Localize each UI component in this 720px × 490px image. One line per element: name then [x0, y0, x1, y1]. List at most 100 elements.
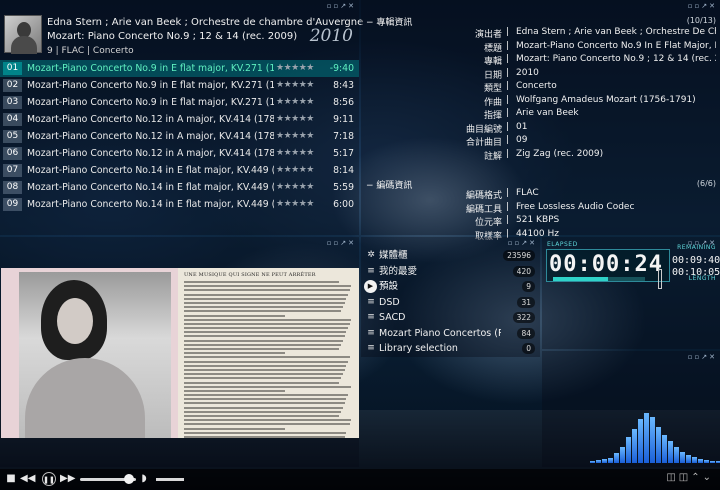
pane-window-controls[interactable]: ▫▫↗✕	[508, 239, 537, 247]
info-value: Zig Zag (rec. 2009)	[516, 148, 604, 159]
booklet-text-line	[184, 427, 286, 430]
info-separator: |	[506, 148, 510, 159]
library-item[interactable]: ▶ 預設 9	[363, 279, 537, 294]
info-key: 合計曲目	[465, 138, 502, 148]
booklet-text-line	[184, 343, 342, 346]
booklet-text-line	[184, 352, 286, 355]
pane-window-controls[interactable]: ▫▫↗✕	[327, 239, 356, 247]
now-playing-meta: 9 | FLAC | Concerto	[47, 46, 134, 56]
remaining-time: 00:09:40	[672, 255, 720, 266]
library-item[interactable]: ≡ 我的最愛 420	[363, 264, 537, 279]
booklet-text-line	[184, 297, 347, 300]
window-controls[interactable]: ◫◫⌃⌄	[666, 472, 714, 483]
length-label: LENGTH	[688, 275, 716, 282]
play-pause-button[interactable]: ❚❚	[42, 472, 56, 486]
pane-window-controls[interactable]: ▫▫↗✕	[688, 353, 717, 361]
info-key: 曲目編號	[465, 124, 502, 135]
playlist-row[interactable]: 05 Mozart-Piano Concerto No.12 in A major…	[0, 128, 359, 145]
info-key: 註解	[483, 151, 502, 162]
spectrum-bar	[650, 416, 655, 463]
track-rating[interactable]: ★★★★★	[276, 111, 314, 128]
info-row: 專輯 | Mozart: Piano Concerto No.9 ; 12 & 14…	[361, 54, 720, 67]
library-item[interactable]: ≡ SACD 322	[363, 310, 537, 325]
track-title: Mozart-Piano Concerto No.14 in E flat ma…	[27, 199, 274, 210]
booklet-text-line	[184, 431, 347, 434]
library-item[interactable]: ≡ Mozart Piano Concertos (Pe… 84	[363, 326, 537, 341]
booklet-text-line	[184, 398, 347, 401]
library-item-count: 322	[512, 312, 535, 323]
playlist-row[interactable]: 09 Mozart-Piano Concerto No.14 in E flat …	[0, 196, 359, 213]
booklet-text-line	[184, 285, 352, 288]
library-item[interactable]: ≡ DSD 31	[363, 295, 537, 310]
playlist-row[interactable]: 02 Mozart-Piano Concerto No.9 in E flat m…	[0, 77, 359, 94]
info-key: 專輯	[483, 57, 502, 67]
track-number: 02	[3, 79, 22, 92]
pane-window-controls[interactable]: ▫▫↗✕	[327, 2, 356, 10]
playlist-row[interactable]: 06 Mozart-Piano Concerto No.12 in A major…	[0, 145, 359, 162]
info-value: Free Lossless Audio Codec	[516, 201, 635, 212]
track-rating[interactable]: ★★★★★	[276, 196, 314, 213]
track-rating[interactable]: ★★★★★	[276, 128, 314, 145]
library-item-label: 媒體櫃	[379, 250, 408, 261]
elapsed-progress-bar	[553, 277, 645, 281]
elapsed-label: ELAPSED	[547, 241, 578, 248]
booklet-text-line	[184, 394, 348, 397]
info-row: 作曲 | Wolfgang Amadeus Mozart (1756-1791)	[361, 95, 720, 108]
library-item-label: SACD	[379, 312, 406, 323]
booklet-text-line	[184, 402, 345, 405]
info-separator: |	[506, 40, 510, 51]
booklet-text-line	[184, 318, 352, 321]
previous-track-icon[interactable]: ◀◀	[20, 472, 35, 486]
track-title: Mozart-Piano Concerto No.9 in E flat maj…	[27, 97, 274, 108]
booklet-text-line	[184, 289, 350, 292]
track-duration: -9:40	[329, 63, 354, 74]
spectrum-visualizer-pane: ▫▫↗✕	[542, 351, 720, 467]
track-number: 04	[3, 113, 22, 126]
track-number: 07	[3, 164, 22, 177]
info-value: 2010	[516, 67, 539, 78]
booklet-text-line	[184, 410, 342, 413]
library-item-label: DSD	[379, 296, 400, 308]
playlist-row[interactable]: 08 Mozart-Piano Concerto No.14 in E flat …	[0, 179, 359, 196]
library-item-label: Library selection	[379, 343, 458, 354]
booklet-text-line	[184, 419, 352, 422]
track-title: Mozart-Piano Concerto No.12 in A major, …	[27, 131, 274, 142]
playlist-row[interactable]: 04 Mozart-Piano Concerto No.12 in A major…	[0, 111, 359, 128]
playlist-row[interactable]: 03 Mozart-Piano Concerto No.9 in E flat m…	[0, 94, 359, 111]
stop-icon[interactable]: ■	[4, 472, 18, 486]
seek-handle[interactable]	[124, 474, 134, 484]
booklet-text-line	[184, 423, 350, 426]
playlist-icon: ≡	[367, 265, 375, 276]
booklet-text-line	[184, 377, 342, 380]
track-rating[interactable]: ★★★★★	[276, 94, 314, 111]
booklet-text-line	[184, 331, 347, 334]
info-key: 編碼格式	[465, 191, 502, 201]
playlist-icon: ✲	[367, 250, 375, 260]
track-number: 06	[3, 147, 22, 160]
library-item[interactable]: ≡ Library selection 0	[363, 341, 537, 356]
booklet-heading: UNE MUSIQUE QUI SIGNE NE PEUT ARRÊTER	[184, 272, 316, 278]
track-rating[interactable]: ★★★★★	[276, 179, 314, 196]
playlist-icon: ≡	[367, 296, 375, 307]
spectrum-bars	[542, 383, 720, 463]
playlist-row[interactable]: 07 Mozart-Piano Concerto No.14 in E flat …	[0, 162, 359, 179]
library-item[interactable]: ✲ 媒體櫃 23596	[363, 248, 537, 263]
pane-window-controls[interactable]: ▫▫↗✕	[688, 2, 717, 10]
play-icon: ▶	[364, 280, 377, 293]
booklet-text-line	[184, 339, 343, 342]
info-separator: |	[506, 81, 510, 91]
track-rating[interactable]: ★★★★★	[276, 60, 314, 77]
album-info-count: (10/13)	[686, 16, 716, 25]
booklet-pane: ▫▫↗✕ UNE MUSIQUE QUI SIGNE NE PEUT ARRÊT…	[0, 237, 359, 467]
playlist-row[interactable]: 01 Mozart-Piano Concerto No.9 in E flat m…	[0, 60, 359, 77]
next-track-icon[interactable]: ▶▶	[60, 472, 75, 486]
info-key: 位元率	[474, 218, 502, 228]
volume-icon[interactable]: ◗	[137, 472, 151, 486]
volume-slider[interactable]	[156, 478, 184, 481]
track-rating[interactable]: ★★★★★	[276, 145, 314, 162]
spectrum-bar	[692, 457, 697, 463]
info-value: Concerto	[516, 81, 557, 91]
booklet-text-line	[184, 368, 345, 371]
track-rating[interactable]: ★★★★★	[276, 77, 314, 94]
track-rating[interactable]: ★★★★★	[276, 162, 314, 179]
